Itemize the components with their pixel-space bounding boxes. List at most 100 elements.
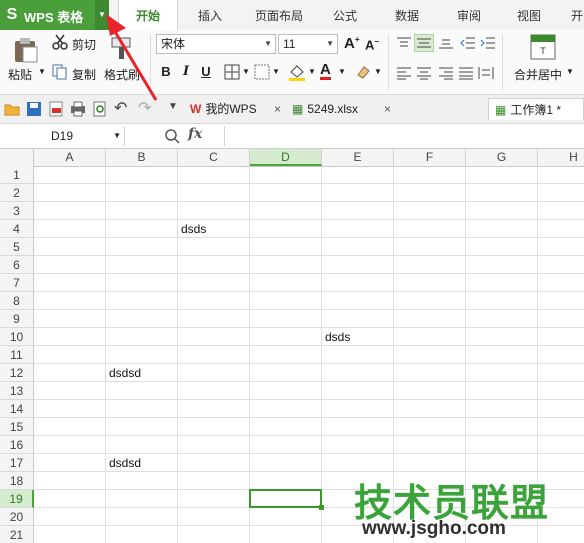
selected-cell-outline[interactable] <box>249 489 322 508</box>
underline-button[interactable]: U <box>198 64 214 80</box>
print-preview-icon[interactable] <box>92 101 108 117</box>
row-header-3[interactable]: 3 <box>0 202 34 220</box>
row-header-13[interactable]: 13 <box>0 382 34 400</box>
align-top-icon[interactable] <box>396 36 412 50</box>
formula-input[interactable] <box>224 126 583 146</box>
row-header-17[interactable]: 17 <box>0 454 34 472</box>
app-menu-dropdown-icon[interactable]: ▼ <box>95 0 109 30</box>
row-header-20[interactable]: 20 <box>0 508 34 526</box>
row-header-12[interactable]: 12 <box>0 364 34 382</box>
doc-tab-5249-xlsx[interactable]: ▦ 5249.xlsx × <box>292 98 412 120</box>
chevron-down-icon[interactable]: ▼ <box>308 67 316 76</box>
row-header-7[interactable]: 7 <box>0 274 34 292</box>
copy-button[interactable]: 复制 <box>72 66 96 83</box>
italic-button[interactable]: I <box>178 64 194 80</box>
row-header-10[interactable]: 10 <box>0 328 34 346</box>
align-bottom-icon[interactable] <box>438 36 454 50</box>
tab-review[interactable]: 审阅 <box>448 0 490 30</box>
column-header-f[interactable]: F <box>394 149 466 166</box>
column-header-h[interactable]: H <box>538 149 584 166</box>
app-menu-button[interactable]: S WPS 表格 <box>0 0 95 30</box>
justify-icon[interactable] <box>458 66 474 80</box>
column-header-d[interactable]: D <box>250 149 322 166</box>
tab-insert[interactable]: 插入 <box>188 0 232 30</box>
cut-button[interactable]: 剪切 <box>72 36 96 53</box>
row-header-2[interactable]: 2 <box>0 184 34 202</box>
align-left-icon[interactable] <box>396 66 412 80</box>
row-header-4[interactable]: 4 <box>0 220 34 238</box>
cell-e10[interactable]: dsds <box>322 328 350 346</box>
open-folder-icon[interactable] <box>4 101 20 117</box>
doc-tab-my-wps[interactable]: W 我的WPS × <box>190 98 286 120</box>
row-header-9[interactable]: 9 <box>0 310 34 328</box>
row-header-14[interactable]: 14 <box>0 400 34 418</box>
cell-c4[interactable]: dsds <box>178 220 206 238</box>
format-painter-icon[interactable] <box>110 34 134 60</box>
column-header-a[interactable]: A <box>34 149 106 166</box>
paste-icon[interactable] <box>12 36 40 64</box>
paste-button[interactable]: 粘贴 <box>8 66 32 83</box>
copy-icon[interactable] <box>52 64 68 80</box>
column-header-g[interactable]: G <box>466 149 538 166</box>
increase-font-icon[interactable]: A+ <box>344 35 360 52</box>
align-middle-icon[interactable] <box>414 34 434 52</box>
row-header-21[interactable]: 21 <box>0 526 34 543</box>
chevron-down-icon[interactable]: ▼ <box>338 67 346 76</box>
redo-icon[interactable]: ↷ <box>138 98 154 117</box>
increase-indent-icon[interactable] <box>480 36 496 50</box>
row-header-8[interactable]: 8 <box>0 292 34 310</box>
close-icon[interactable]: × <box>274 98 281 120</box>
row-header-6[interactable]: 6 <box>0 256 34 274</box>
chevron-down-icon[interactable]: ▼ <box>374 67 382 76</box>
row-header-16[interactable]: 16 <box>0 436 34 454</box>
save-icon[interactable] <box>26 101 42 117</box>
cell-b12[interactable]: dsdsd <box>106 364 141 382</box>
merge-center-button[interactable]: 合并居中 <box>514 66 562 83</box>
row-header-19[interactable]: 19 <box>0 490 34 508</box>
fill-color-icon[interactable] <box>288 63 306 81</box>
select-all-corner[interactable] <box>0 149 34 166</box>
align-right-icon[interactable] <box>438 66 454 80</box>
bold-button[interactable]: B <box>158 64 174 80</box>
clear-format-icon[interactable] <box>354 63 372 81</box>
chevron-down-icon[interactable]: ▼ <box>566 67 574 76</box>
doc-tab-workbook1[interactable]: ▦ 工作簿1 * <box>488 98 584 120</box>
insert-function-button[interactable]: fx <box>188 126 202 142</box>
row-header-18[interactable]: 18 <box>0 472 34 490</box>
paste-dropdown-icon[interactable]: ▼ <box>38 67 46 76</box>
font-size-select[interactable]: 11 ▼ <box>278 34 338 54</box>
row-header-1[interactable]: 1 <box>0 166 34 184</box>
align-center-icon[interactable] <box>416 66 432 80</box>
row-header-11[interactable]: 11 <box>0 346 34 364</box>
column-header-b[interactable]: B <box>106 149 178 166</box>
tab-formulas[interactable]: 公式 <box>324 0 366 30</box>
fill-handle[interactable] <box>319 505 324 510</box>
tab-more[interactable]: 开 <box>566 0 584 30</box>
tab-data[interactable]: 数据 <box>386 0 428 30</box>
row-header-5[interactable]: 5 <box>0 238 34 256</box>
cell-b17[interactable]: dsdsd <box>106 454 141 472</box>
distributed-align-icon[interactable] <box>478 66 494 80</box>
customize-toolbar-icon[interactable]: ▼ <box>168 101 184 117</box>
decrease-font-icon[interactable]: A− <box>365 37 379 52</box>
tab-page-layout[interactable]: 页面布局 <box>248 0 310 30</box>
column-header-c[interactable]: C <box>178 149 250 166</box>
chevron-down-icon[interactable]: ▼ <box>272 67 280 76</box>
font-color-button[interactable]: A <box>320 62 331 80</box>
chevron-down-icon[interactable]: ▼ <box>242 67 250 76</box>
name-box[interactable]: D19 ▼ <box>0 126 125 146</box>
undo-icon[interactable]: ↶ <box>114 98 130 117</box>
close-icon[interactable]: × <box>384 98 391 120</box>
export-pdf-icon[interactable] <box>48 101 64 117</box>
print-icon[interactable] <box>70 101 86 117</box>
column-header-e[interactable]: E <box>322 149 394 166</box>
tab-home[interactable]: 开始 <box>118 0 178 30</box>
scissors-icon[interactable] <box>52 34 68 50</box>
tab-view[interactable]: 视图 <box>508 0 550 30</box>
borders-icon[interactable] <box>224 64 240 80</box>
cell-style-icon[interactable] <box>254 64 270 80</box>
decrease-indent-icon[interactable] <box>460 36 476 50</box>
magnifier-icon[interactable] <box>164 128 180 144</box>
row-header-15[interactable]: 15 <box>0 418 34 436</box>
merge-center-icon[interactable]: T <box>530 34 556 60</box>
